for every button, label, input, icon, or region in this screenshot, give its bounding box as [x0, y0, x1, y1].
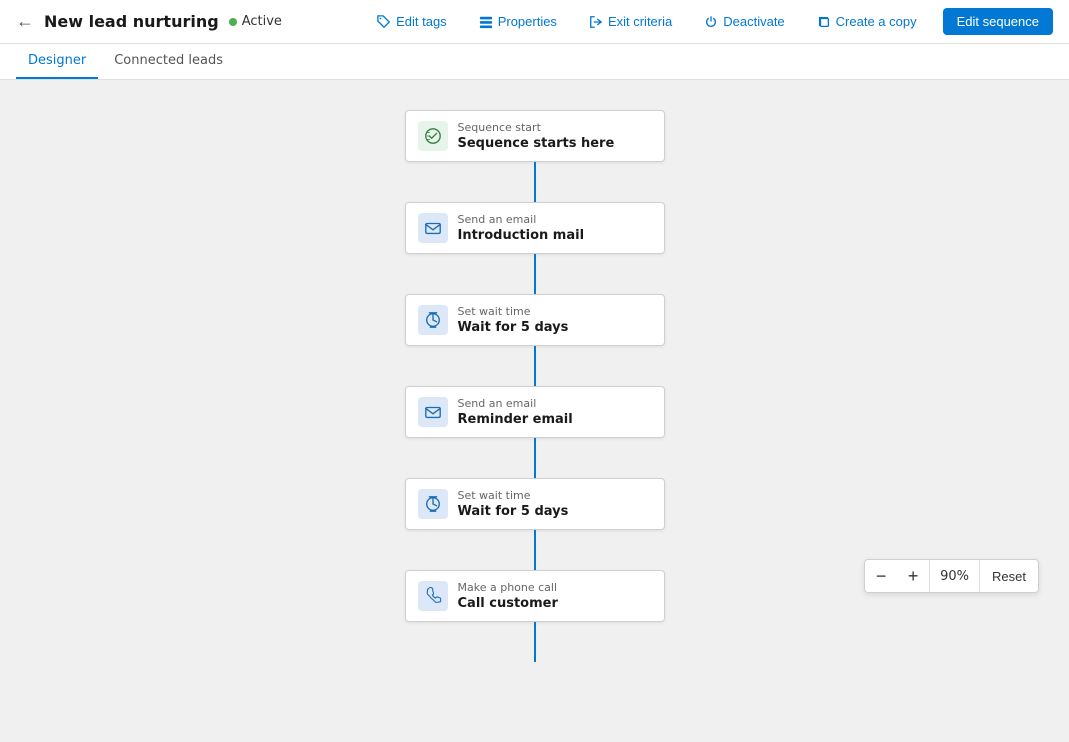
- node-email1-icon: [418, 213, 448, 243]
- node-wait2[interactable]: Set wait time Wait for 5 days: [405, 478, 665, 530]
- connector-2: [534, 254, 536, 294]
- node-email2-icon: [418, 397, 448, 427]
- node-wait2-icon: [418, 489, 448, 519]
- connector-6: [534, 622, 536, 662]
- edit-tags-button[interactable]: Edit tags: [371, 10, 453, 33]
- node-call-label: Make a phone call: [458, 581, 652, 594]
- node-start-icon: [418, 121, 448, 151]
- status-dot: [229, 18, 237, 26]
- node-call-title: Call customer: [458, 596, 652, 611]
- node-start[interactable]: Sequence start Sequence starts here: [405, 110, 665, 162]
- node-email1-text: Send an email Introduction mail: [458, 213, 652, 243]
- header-actions: Edit tags Properties Exit criteria Deact…: [371, 8, 1053, 35]
- status-badge: Active: [229, 14, 282, 29]
- node-call-icon: [418, 581, 448, 611]
- node-call[interactable]: Make a phone call Call customer: [405, 570, 665, 622]
- deactivate-label: Deactivate: [723, 14, 784, 29]
- node-start-text: Sequence start Sequence starts here: [458, 121, 652, 151]
- properties-label: Properties: [498, 14, 557, 29]
- zoom-in-button[interactable]: +: [897, 560, 929, 592]
- node-wait1-label: Set wait time: [458, 305, 652, 318]
- node-wait2-label: Set wait time: [458, 489, 652, 502]
- tag-icon: [377, 15, 391, 29]
- back-button[interactable]: ←: [16, 11, 34, 32]
- node-wait1-icon: [418, 305, 448, 335]
- zoom-out-button[interactable]: −: [865, 560, 897, 592]
- exit-criteria-button[interactable]: Exit criteria: [583, 10, 678, 33]
- node-start-title: Sequence starts here: [458, 136, 652, 151]
- node-email2-title: Reminder email: [458, 412, 652, 427]
- zoom-controls: − + 90% Reset: [864, 559, 1039, 593]
- node-wait2-title: Wait for 5 days: [458, 504, 652, 519]
- edit-tags-label: Edit tags: [396, 14, 447, 29]
- node-email1-title: Introduction mail: [458, 228, 652, 243]
- node-start-label: Sequence start: [458, 121, 652, 134]
- properties-icon: [479, 15, 493, 29]
- header: ← New lead nurturing Active Edit tags Pr…: [0, 0, 1069, 44]
- connector-3: [534, 346, 536, 386]
- node-email1-label: Send an email: [458, 213, 652, 226]
- power-icon: [704, 15, 718, 29]
- create-copy-label: Create a copy: [836, 14, 917, 29]
- create-copy-button[interactable]: Create a copy: [811, 10, 923, 33]
- node-wait1-title: Wait for 5 days: [458, 320, 652, 335]
- tab-designer[interactable]: Designer: [16, 44, 98, 79]
- connector-5: [534, 530, 536, 570]
- tabs: Designer Connected leads: [0, 44, 1069, 80]
- node-email2[interactable]: Send an email Reminder email: [405, 386, 665, 438]
- page-title: New lead nurturing: [44, 12, 219, 31]
- node-email2-label: Send an email: [458, 397, 652, 410]
- node-wait1-text: Set wait time Wait for 5 days: [458, 305, 652, 335]
- copy-icon: [817, 15, 831, 29]
- header-left: ← New lead nurturing Active: [16, 11, 282, 32]
- node-wait2-text: Set wait time Wait for 5 days: [458, 489, 652, 519]
- zoom-reset-button[interactable]: Reset: [980, 560, 1038, 592]
- zoom-value: 90%: [929, 560, 980, 592]
- connector-1: [534, 162, 536, 202]
- node-wait1[interactable]: Set wait time Wait for 5 days: [405, 294, 665, 346]
- tab-connected-leads[interactable]: Connected leads: [102, 44, 235, 79]
- status-label: Active: [242, 14, 282, 29]
- node-call-text: Make a phone call Call customer: [458, 581, 652, 611]
- canvas: Sequence start Sequence starts here Send…: [0, 80, 1069, 742]
- connector-4: [534, 438, 536, 478]
- exit-icon: [589, 15, 603, 29]
- exit-criteria-label: Exit criteria: [608, 14, 672, 29]
- sequence-flow: Sequence start Sequence starts here Send…: [395, 110, 675, 662]
- deactivate-button[interactable]: Deactivate: [698, 10, 790, 33]
- node-email2-text: Send an email Reminder email: [458, 397, 652, 427]
- edit-sequence-button[interactable]: Edit sequence: [943, 8, 1053, 35]
- node-email1[interactable]: Send an email Introduction mail: [405, 202, 665, 254]
- properties-button[interactable]: Properties: [473, 10, 563, 33]
